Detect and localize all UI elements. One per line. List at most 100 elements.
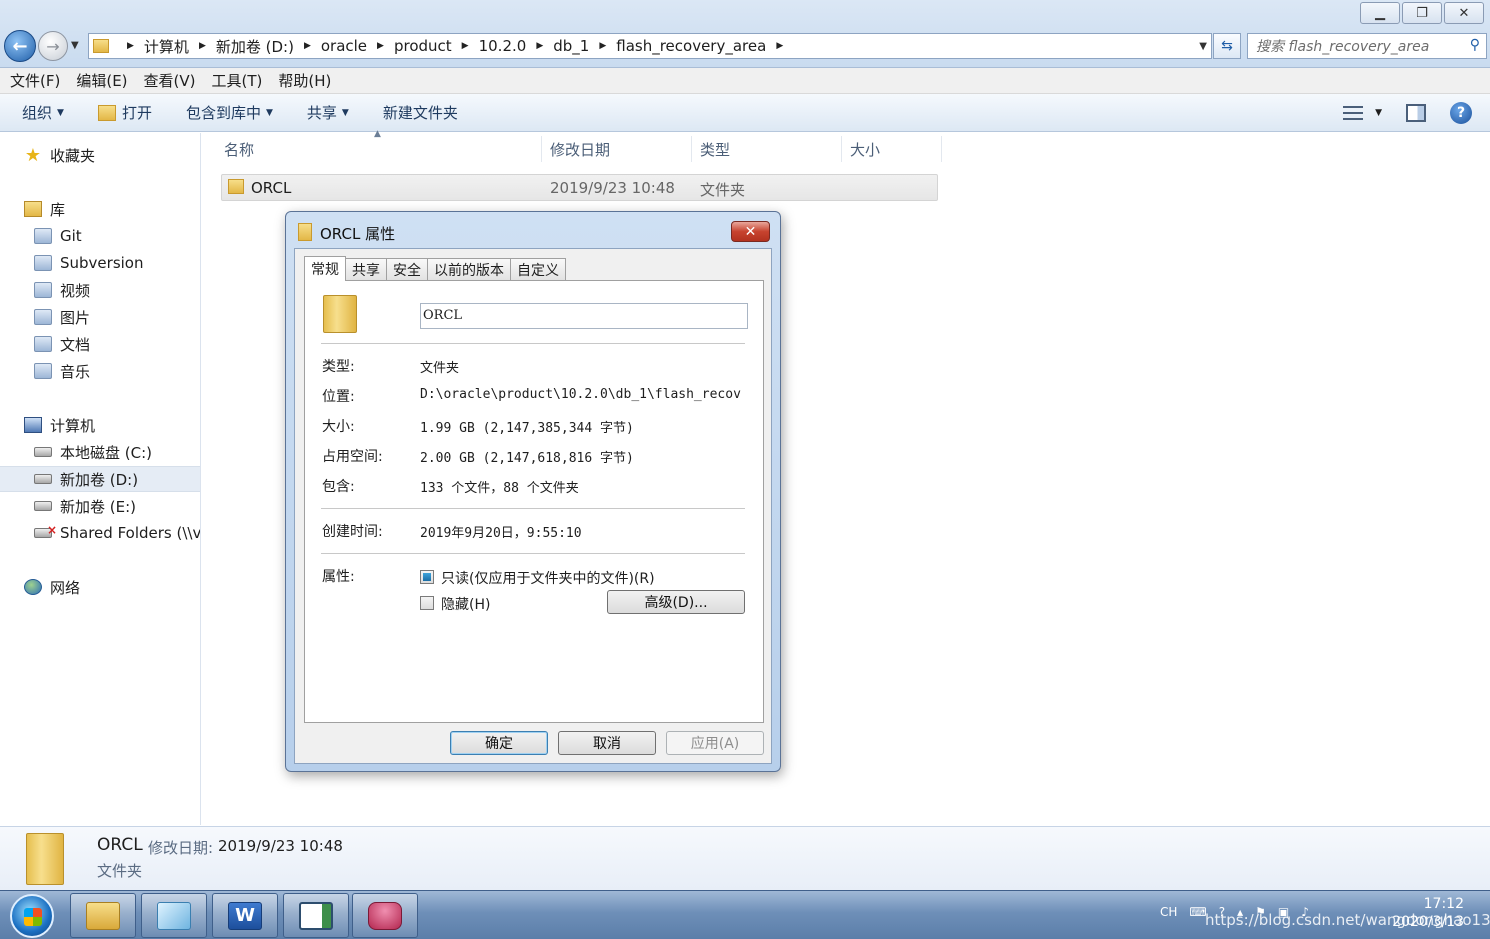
advanced-button[interactable]: 高级(D)... [607, 590, 745, 614]
tab-general[interactable]: 常规 [304, 256, 346, 281]
breadcrumb-item[interactable]: product ▶ [394, 37, 479, 55]
language-indicator[interactable]: CH [1160, 905, 1177, 919]
change-view-button[interactable]: ▼ [1343, 106, 1382, 120]
new-folder-button[interactable]: 新建文件夹 [383, 102, 458, 123]
cancel-button[interactable]: 取消 [558, 731, 656, 755]
sidebar-item-drive-c[interactable]: 本地磁盘 (C:) [0, 439, 200, 465]
sidebar-item-documents[interactable]: 文档 [0, 331, 200, 357]
minimize-button[interactable]: ▁ [1360, 2, 1400, 24]
recent-pages-dropdown[interactable]: ▼ [71, 40, 79, 51]
taskbar-database-button[interactable] [352, 893, 418, 938]
breadcrumb-arrow-icon[interactable]: ▶ [127, 41, 134, 51]
readonly-label: 只读(仅应用于文件夹中的文件)(R) [441, 571, 655, 587]
word-icon: W [228, 901, 262, 930]
breadcrumb-arrow-icon[interactable]: ▶ [199, 41, 206, 51]
share-button[interactable]: 共享 ▼ [307, 102, 349, 123]
open-button[interactable]: 打开 [97, 102, 152, 123]
sidebar-item-network[interactable]: 网络 [0, 574, 200, 600]
start-button[interactable] [10, 894, 54, 938]
forward-button[interactable]: → [38, 31, 68, 61]
readonly-checkbox[interactable] [420, 570, 434, 584]
address-bar[interactable]: ▶ 计算机 ▶ 新加卷 (D:) ▶ oracle ▶ product ▶ 10.2.0… [88, 33, 1212, 59]
search-input[interactable]: 搜索 flash_recovery_area ⚲ [1247, 33, 1487, 59]
breadcrumb-arrow-icon[interactable]: ▶ [776, 41, 783, 51]
menu-bar: 文件(F) 编辑(E) 查看(V) 工具(T) 帮助(H) [0, 68, 1490, 94]
taskbar-window-button[interactable] [283, 893, 349, 938]
refresh-button[interactable]: ⇆ [1213, 33, 1241, 59]
breadcrumb-item[interactable]: 10.2.0 ▶ [479, 37, 554, 55]
sidebar-item-libraries[interactable]: 库 [0, 196, 200, 222]
back-button[interactable]: ← [4, 30, 36, 62]
sidebar-item-computer[interactable]: 计算机 [0, 412, 200, 438]
menu-view[interactable]: 查看(V) [144, 70, 196, 91]
breadcrumb-item[interactable]: flash_recovery_area ▶ [616, 37, 793, 55]
clock[interactable]: 17:12 2020/3/13 [1390, 895, 1464, 931]
tab-previous-versions[interactable]: 以前的版本 [427, 258, 511, 280]
menu-help[interactable]: 帮助(H) [278, 70, 331, 91]
tab-sharing[interactable]: 共享 [345, 258, 387, 280]
breadcrumb-item[interactable]: 计算机 ▶ [144, 36, 216, 57]
breadcrumb-arrow-icon[interactable]: ▶ [377, 41, 384, 51]
forward-arrow-icon: → [46, 36, 60, 56]
breadcrumb-arrow-icon[interactable]: ▶ [536, 41, 543, 51]
hidden-checkbox[interactable] [420, 596, 434, 610]
tab-customize[interactable]: 自定义 [510, 258, 566, 280]
breadcrumb-arrow-icon[interactable]: ▶ [462, 41, 469, 51]
breadcrumb-arrow-icon[interactable]: ▶ [304, 41, 311, 51]
folder-name-input[interactable]: ORCL [420, 303, 748, 329]
file-name: ORCL [251, 179, 292, 197]
notepad-icon [157, 901, 191, 930]
taskbar-notepad-button[interactable] [141, 893, 207, 938]
sidebar-item-git[interactable]: Git [0, 223, 200, 249]
sidebar-item-pictures[interactable]: 图片 [0, 304, 200, 330]
taskbar-explorer-button[interactable] [70, 893, 136, 938]
created-label: 创建时间: [322, 524, 383, 540]
size-on-disk-label: 占用空间: [322, 449, 383, 465]
breadcrumb-arrow-icon[interactable]: ▶ [599, 41, 606, 51]
disconnected-network-drive-icon [34, 523, 57, 538]
computer-icon [24, 417, 42, 433]
help-icon[interactable]: ? [1450, 102, 1472, 124]
pictures-library-icon [34, 309, 52, 325]
column-header-size[interactable]: 大小 [846, 136, 942, 162]
sidebar-item-drive-e[interactable]: 新加卷 (E:) [0, 493, 200, 519]
window-controls: ▁ ❐ ✕ [1360, 2, 1484, 24]
breadcrumb-item[interactable]: db_1 ▶ [553, 37, 616, 55]
menu-tools[interactable]: 工具(T) [212, 70, 263, 91]
preview-pane-icon[interactable] [1406, 104, 1426, 122]
folder-icon [228, 179, 244, 194]
column-header-type[interactable]: 类型 [696, 136, 842, 162]
taskbar-word-button[interactable]: W [212, 893, 278, 938]
contains-label: 包含: [322, 479, 355, 495]
command-bar: 组织 ▼ 打开 包含到库中 ▼ 共享 ▼ 新建文件夹 ▼ ? [0, 94, 1490, 132]
drive-icon [34, 447, 52, 457]
restore-button[interactable]: ❐ [1402, 2, 1442, 24]
tab-security[interactable]: 安全 [386, 258, 428, 280]
ok-button[interactable]: 确定 [450, 731, 548, 755]
sidebar-item-favorites[interactable]: ★ 收藏夹 [0, 142, 200, 168]
breadcrumb-item[interactable]: 新加卷 (D:) ▶ [216, 36, 321, 57]
size-on-disk-value: 2.00 GB (2,147,618,816 字节) [420, 451, 634, 466]
divider [321, 343, 745, 344]
close-window-button[interactable]: ✕ [1444, 2, 1484, 24]
menu-file[interactable]: 文件(F) [10, 70, 60, 91]
sidebar-item-music[interactable]: 音乐 [0, 358, 200, 384]
dialog-close-button[interactable]: ✕ [731, 221, 770, 242]
drive-icon [34, 474, 52, 484]
column-header-modified[interactable]: 修改日期 [546, 136, 692, 162]
apply-button[interactable]: 应用(A) [666, 731, 764, 755]
address-dropdown-icon[interactable]: ▼ [1199, 41, 1207, 52]
file-row[interactable]: ORCL 2019/9/23 10:48 文件夹 [221, 174, 938, 201]
search-icon[interactable]: ⚲ [1470, 37, 1480, 53]
location-value: D:\oracle\product\10.2.0\db_1\flash_reco… [420, 387, 741, 402]
column-header-name[interactable]: 名称 [220, 136, 542, 162]
sidebar-item-videos[interactable]: 视频 [0, 277, 200, 303]
include-library-button[interactable]: 包含到库中 ▼ [186, 102, 273, 123]
breadcrumb-item[interactable]: oracle ▶ [321, 37, 394, 55]
sidebar-item-drive-d[interactable]: 新加卷 (D:) [0, 466, 200, 492]
star-icon: ★ [24, 144, 42, 166]
sidebar-item-subversion[interactable]: Subversion [0, 250, 200, 276]
organize-button[interactable]: 组织 ▼ [22, 102, 64, 123]
menu-edit[interactable]: 编辑(E) [76, 70, 127, 91]
sidebar-item-shared-folders[interactable]: Shared Folders (\\vı [0, 520, 200, 546]
